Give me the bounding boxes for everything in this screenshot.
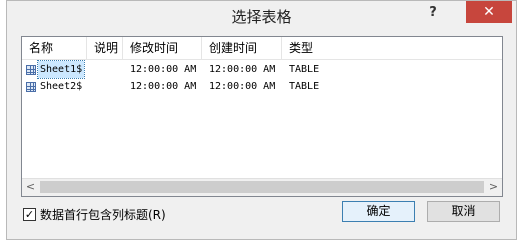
scroll-left-arrow-icon[interactable]: <	[22, 179, 39, 196]
table-row[interactable]: Sheet1$ 12:00:00 AM 12:00:00 AM TABLE	[22, 60, 502, 79]
cancel-button[interactable]: 取消	[427, 201, 500, 222]
first-row-header-checkbox[interactable]: ✓	[23, 207, 36, 221]
column-header-modified[interactable]: 修改时间	[123, 37, 202, 59]
row-description	[87, 61, 123, 78]
first-row-header-option[interactable]: ✓ 数据首行包含列标题(R)	[23, 206, 166, 222]
list-rows: Sheet1$ 12:00:00 AM 12:00:00 AM TABLE Sh…	[22, 60, 502, 95]
first-row-header-label[interactable]: 数据首行包含列标题(R)	[40, 206, 166, 223]
row-type: TABLE	[289, 64, 320, 75]
select-table-dialog: 选择表格 ? ✕ 名称 说明 修改时间 创建时间 类型 Sheet1$ 12:0…	[6, 0, 517, 240]
table-row[interactable]: Sheet2$ 12:00:00 AM 12:00:00 AM TABLE	[22, 78, 502, 95]
row-type: TABLE	[289, 81, 320, 92]
row-modified: 12:00:00 AM	[130, 81, 197, 92]
close-button[interactable]: ✕	[466, 1, 512, 23]
row-created: 12:00:00 AM	[209, 64, 276, 75]
scroll-right-arrow-icon[interactable]: >	[485, 179, 502, 196]
help-button[interactable]: ?	[424, 4, 442, 22]
row-name: Sheet1$	[36, 60, 86, 79]
row-description	[87, 78, 123, 95]
row-name-cell: Sheet1$	[22, 60, 87, 79]
table-icon	[26, 81, 36, 92]
column-header-name[interactable]: 名称	[22, 37, 87, 59]
scroll-thumb[interactable]	[40, 181, 484, 193]
title-bar: 选择表格 ? ✕	[7, 1, 516, 31]
table-list[interactable]: 名称 说明 修改时间 创建时间 类型 Sheet1$ 12:00:00 AM 1…	[21, 36, 503, 197]
horizontal-scrollbar[interactable]: < >	[22, 178, 502, 196]
row-modified: 12:00:00 AM	[130, 64, 197, 75]
ok-button[interactable]: 确定	[342, 201, 415, 222]
table-icon	[26, 64, 36, 75]
row-name-cell: Sheet2$	[22, 78, 87, 95]
row-name: Sheet2$	[40, 81, 83, 92]
row-created: 12:00:00 AM	[209, 81, 276, 92]
column-header-description[interactable]: 说明	[87, 37, 123, 59]
list-header: 名称 说明 修改时间 创建时间 类型	[22, 37, 502, 60]
column-header-created[interactable]: 创建时间	[202, 37, 282, 59]
column-header-type[interactable]: 类型	[282, 37, 442, 59]
